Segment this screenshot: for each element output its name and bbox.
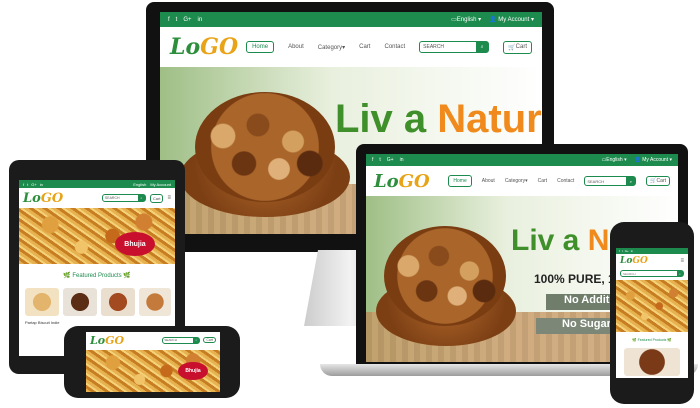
- phone-landscape-navbar: LoGO SEARCH ⌕ Cart: [86, 332, 220, 348]
- brand-badge: Bhujia: [115, 232, 155, 256]
- facebook-icon[interactable]: f: [372, 157, 373, 163]
- laptop-topbar: f t G+ in ▭English ▾ 👤 My Account ▾: [366, 154, 678, 166]
- featured-products-heading: 🌿 Featured Products 🌿: [63, 273, 131, 279]
- language-selector[interactable]: ▭English ▾: [602, 157, 627, 163]
- snacks-banner-image: [19, 208, 175, 264]
- featured-products-heading: 🌿 Featured Products 🌿: [632, 338, 672, 342]
- search-icon[interactable]: ⌕: [677, 271, 683, 276]
- cart-button[interactable]: 🛒 Cart: [646, 176, 670, 186]
- googleplus-icon[interactable]: G+: [387, 157, 394, 163]
- search-input[interactable]: SEARCH ⌕: [584, 176, 637, 186]
- site-logo[interactable]: LoGO: [620, 256, 648, 266]
- search-icon[interactable]: ⌕: [137, 195, 145, 201]
- facebook-icon[interactable]: f: [23, 182, 24, 187]
- snacks-banner-image: [616, 280, 688, 332]
- nav-cart[interactable]: Cart: [359, 44, 370, 50]
- language-selector[interactable]: English: [133, 182, 146, 187]
- facebook-icon[interactable]: f: [619, 249, 620, 253]
- phone-portrait: f t G+ in LoGO ≡ SEARCH ⌕ 🌿 Featured Pro…: [610, 222, 694, 404]
- site-logo[interactable]: LoGO: [23, 191, 63, 206]
- site-logo[interactable]: LoGO: [170, 34, 238, 60]
- tablet-navbar: LoGO SEARCH ⌕ Cart ≡: [19, 188, 175, 208]
- twitter-icon[interactable]: t: [379, 157, 380, 163]
- product-card-image: [101, 288, 135, 316]
- nav-contact[interactable]: Contact: [384, 44, 405, 50]
- product-card-image: [139, 288, 171, 316]
- site-logo[interactable]: LoGO: [374, 171, 430, 192]
- googleplus-icon[interactable]: G+: [31, 182, 36, 187]
- search-input[interactable]: SEARCH ⌕: [162, 336, 201, 344]
- account-menu[interactable]: My Account: [150, 182, 171, 187]
- hero-headline: Liv a Natural: [335, 97, 542, 141]
- desktop-topbar: f t G+ in ▭English ▾ 👤 My Account ▾: [160, 12, 542, 27]
- phone-portrait-screen: f t G+ in LoGO ≡ SEARCH ⌕ 🌿 Featured Pro…: [616, 248, 688, 378]
- mixed-nuts-image: [195, 92, 335, 202]
- phone-landscape: LoGO SEARCH ⌕ Cart Bhujia: [64, 326, 240, 398]
- nav-cart[interactable]: Cart: [538, 178, 547, 184]
- linkedin-icon[interactable]: in: [40, 182, 43, 187]
- site-logo[interactable]: LoGO: [90, 334, 124, 347]
- search-input[interactable]: SEARCH ⌕: [101, 194, 146, 202]
- menu-icon[interactable]: ≡: [167, 195, 171, 201]
- language-selector[interactable]: ▭English ▾: [451, 16, 481, 23]
- product-card-image: [63, 288, 97, 316]
- nav-home[interactable]: Home: [246, 41, 275, 53]
- phone-navbar: LoGO ≡: [616, 254, 688, 268]
- linkedin-icon[interactable]: in: [198, 17, 203, 23]
- linkedin-icon[interactable]: in: [631, 249, 633, 253]
- twitter-icon[interactable]: t: [622, 249, 623, 253]
- menu-icon[interactable]: ≡: [680, 258, 684, 264]
- search-icon[interactable]: ⌕: [476, 42, 489, 52]
- desktop-navbar: LoGO Home About Category▾ Cart Contact S…: [160, 27, 542, 67]
- search-input[interactable]: SEARCH ⌕: [419, 41, 490, 53]
- laptop-navbar: LoGO Home About Category▾ Cart Contact S…: [366, 166, 678, 196]
- mixed-nuts-image: [384, 226, 506, 326]
- linkedin-icon[interactable]: in: [400, 157, 404, 163]
- cart-button[interactable]: Cart: [149, 193, 164, 203]
- product-caption: Partap Biscuit Indie: [25, 320, 60, 325]
- twitter-icon[interactable]: t: [176, 17, 178, 23]
- search-input[interactable]: SEARCH ⌕: [620, 270, 684, 277]
- facebook-icon[interactable]: f: [168, 17, 170, 23]
- search-icon[interactable]: ⌕: [626, 177, 636, 185]
- cart-button[interactable]: 🛒 Cart: [503, 40, 532, 54]
- nav-about[interactable]: About: [482, 178, 495, 184]
- phone-landscape-screen: LoGO SEARCH ⌕ Cart Bhujia: [86, 332, 220, 392]
- twitter-icon[interactable]: t: [27, 182, 28, 187]
- nav-contact[interactable]: Contact: [557, 178, 574, 184]
- product-card-image: [25, 288, 59, 316]
- nav-about[interactable]: About: [288, 44, 304, 50]
- account-menu[interactable]: 👤 My Account ▾: [489, 16, 534, 23]
- product-card-image: [624, 348, 680, 376]
- brand-badge: Bhujia: [178, 362, 208, 380]
- nav-category[interactable]: Category▾: [318, 44, 345, 51]
- search-icon[interactable]: ⌕: [193, 337, 200, 343]
- googleplus-icon[interactable]: G+: [625, 249, 629, 253]
- googleplus-icon[interactable]: G+: [183, 17, 191, 23]
- account-menu[interactable]: 👤 My Account ▾: [635, 157, 672, 163]
- tablet-topbar: f t G+ in English My Account: [19, 180, 175, 188]
- nav-category[interactable]: Category▾: [505, 178, 528, 184]
- nav-home[interactable]: Home: [448, 175, 472, 187]
- cart-button[interactable]: Cart: [203, 337, 216, 343]
